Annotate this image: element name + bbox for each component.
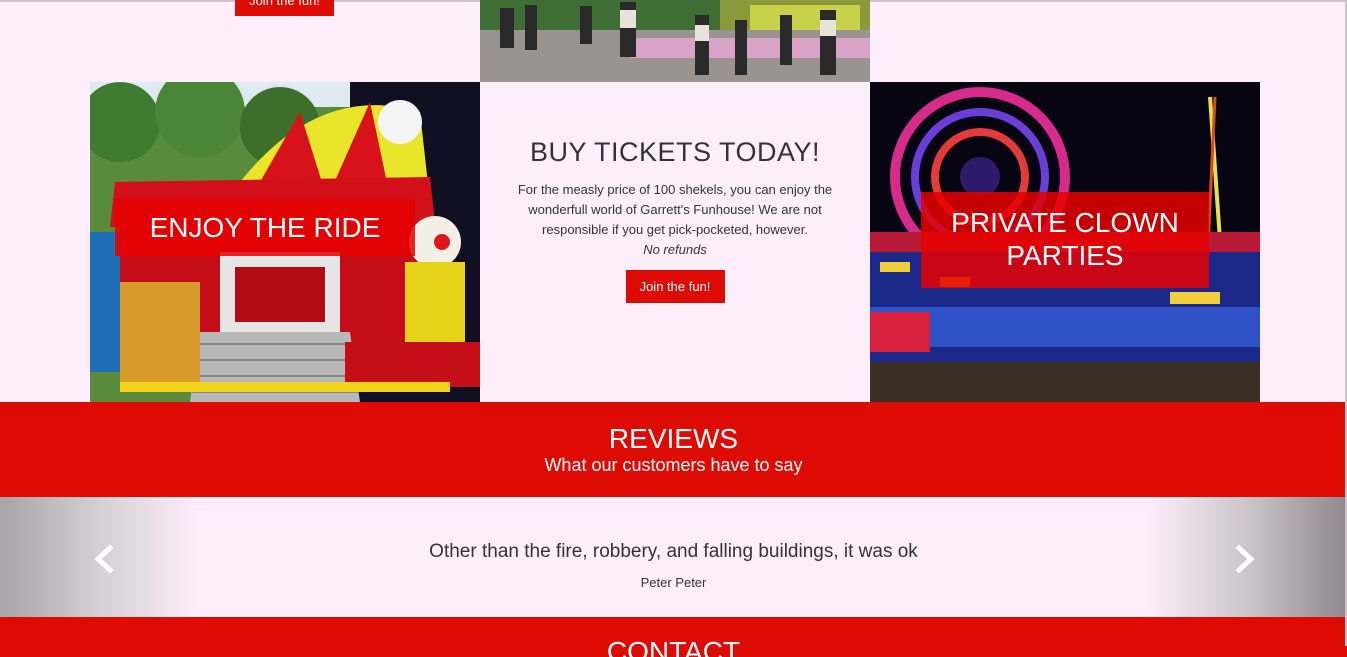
reviews-title: REVIEWS	[608, 423, 739, 454]
contact-title: CONTACT	[606, 636, 741, 657]
crowd-photo-graphic	[480, 0, 870, 82]
reviews-carousel: Other than the fire, robbery, and fallin…	[0, 497, 1347, 617]
ride-caption: ENJOY THE RIDE	[115, 199, 415, 256]
crowd-photo	[480, 0, 870, 82]
tickets-panel: BUY TICKETS TODAY! For the measly price …	[480, 82, 870, 402]
contact-header: CONTACT	[0, 617, 1347, 657]
ride-tile[interactable]: ENJOY THE RIDE	[90, 82, 480, 402]
review-quote: Other than the fire, robbery, and fallin…	[429, 541, 918, 562]
review-author: Peter Peter	[640, 575, 707, 590]
clown-parties-caption-line2: PARTIES	[1006, 240, 1124, 271]
tickets-description: For the measly price of 100 shekels, you…	[517, 182, 833, 237]
clown-parties-caption: PRIVATE CLOWN PARTIES	[921, 192, 1209, 288]
reviews-header: REVIEWS What our customers have to say	[0, 402, 1347, 497]
join-button[interactable]: Join the fun!	[625, 270, 725, 303]
join-button-top[interactable]: Join the fun!	[235, 0, 334, 16]
tickets-note: No refunds	[643, 242, 707, 257]
clown-parties-caption-line1: PRIVATE CLOWN	[951, 207, 1179, 238]
clown-parties-tile[interactable]: PRIVATE CLOWN PARTIES	[870, 82, 1260, 402]
chevron-left-icon[interactable]	[92, 544, 116, 574]
tickets-title: BUY TICKETS TODAY!	[529, 137, 821, 167]
chevron-right-icon[interactable]	[1233, 544, 1257, 574]
reviews-subtitle: What our customers have to say	[544, 455, 803, 475]
